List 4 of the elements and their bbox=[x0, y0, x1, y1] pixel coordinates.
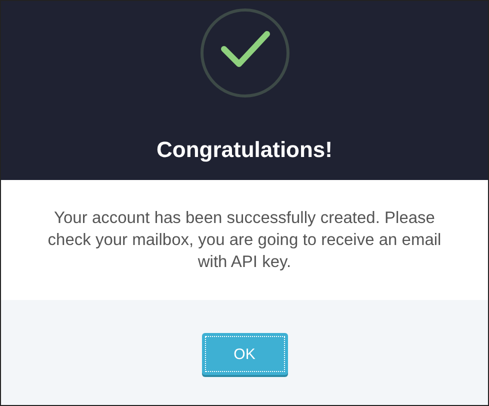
ok-button[interactable]: OK bbox=[202, 333, 288, 375]
dialog-title: Congratulations! bbox=[156, 137, 332, 163]
message-text: Your account has been successfully created. Please check your mailbox, you are going to receive an email with API key. bbox=[46, 208, 442, 273]
checkmark-circle-icon bbox=[198, 7, 290, 99]
